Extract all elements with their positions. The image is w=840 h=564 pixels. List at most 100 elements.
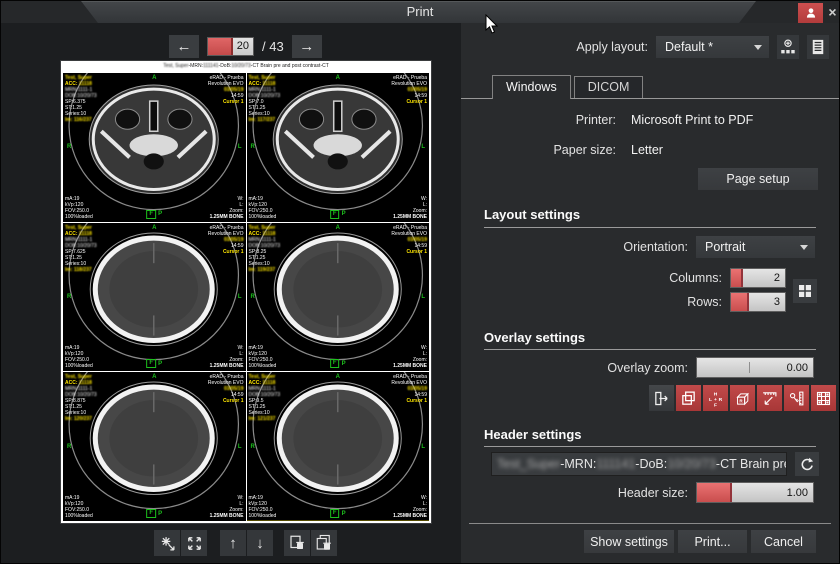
orientation-marker-anterior: A: [152, 225, 156, 231]
close-button[interactable]: ×: [824, 1, 840, 23]
cell-overlay-top-right: eRAD - Prueba Revolution EVO 03/05/19 14…: [208, 374, 244, 404]
scale-ruler-toggle-button[interactable]: [757, 385, 782, 411]
preview-cell[interactable]: Test, Super ACC: 11118 MRN:1111-1 DOB:10…: [247, 372, 430, 521]
overlay-preset: 1.25MM BONE: [210, 513, 244, 519]
orientation-marker-posterior: F P: [330, 210, 346, 219]
cell-overlay-top-left: Test, Super ACC: 11118 MRN:1111-1 DOB:10…: [65, 225, 97, 273]
orientation-marker-foot: F: [146, 359, 156, 368]
tab-dicom[interactable]: DICOM: [574, 76, 644, 98]
paper-size-row: Paper size: Letter: [461, 143, 663, 157]
footer-buttons: Show settings Print... Cancel: [584, 530, 816, 553]
measurements-toggle-button[interactable]: [784, 385, 809, 411]
orientation-marker-left: L: [238, 144, 242, 150]
tab-windows[interactable]: Windows: [492, 75, 571, 99]
paper-size-value: Letter: [631, 143, 663, 157]
auto-adjust-button[interactable]: [154, 530, 180, 556]
fit-preview-button[interactable]: [181, 530, 207, 556]
preview-cell[interactable]: Test, Super ACC: 11118 MRN:1111-1 DOB:10…: [63, 223, 246, 372]
overlay-cursor-label: Cursor 1: [208, 99, 244, 105]
page-number-spinner[interactable]: 20: [207, 37, 254, 56]
preview-cell[interactable]: Test, Super ACC: 11118 MRN:1111-1 DOB:10…: [63, 73, 246, 222]
save-layout-button[interactable]: [777, 35, 799, 59]
copy-frames-icon: [680, 390, 697, 407]
orientation-row: Orientation: Portrait: [623, 236, 815, 258]
cell-overlay-top-left: Test, Super ACC: 11118 MRN:1111-1 DOB:10…: [65, 374, 97, 422]
move-page-up-button[interactable]: ↑: [220, 530, 246, 556]
grid-icon: [796, 282, 814, 300]
apply-layout-select[interactable]: Default *: [656, 36, 769, 58]
delete-page-button[interactable]: [284, 530, 310, 556]
header-text-input[interactable]: Test_Super-MRN:111141-DoB:10/20/73-CT Br…: [491, 452, 787, 476]
orientation-cube-icon: R: [734, 390, 751, 407]
rows-slider[interactable]: 3: [730, 292, 786, 312]
orientation-marker-anterior: A: [152, 374, 156, 380]
print-button[interactable]: Print...: [678, 530, 747, 553]
page-setup-button[interactable]: Page setup: [698, 168, 818, 190]
table-grid-icon: [815, 390, 832, 407]
svg-text:R: R: [719, 396, 723, 402]
overlay-text-toggle-button[interactable]: [649, 385, 674, 411]
overlay-patient-name: Test, Super: [65, 225, 97, 231]
preview-cell[interactable]: Test, Super ACC: 11118 MRN:1111-1 DOB:10…: [247, 73, 430, 222]
remote-support-button[interactable]: [798, 3, 823, 23]
overlay-zoom-slider[interactable]: 0.00: [696, 357, 814, 378]
page-number-value: 20: [233, 38, 253, 55]
page-header-text: Test, Super-MRN:111141-DoB:10/20/73-CT B…: [61, 61, 431, 73]
cell-overlay-top-left: Test, Super ACC: 11118 MRN:1111-1 DOB:10…: [249, 374, 281, 422]
preview-pane: ← 20 / 43 → Test, Super-MRN:111141-DoB:1…: [1, 23, 461, 563]
arrow-down-icon: ↓: [256, 535, 264, 552]
orientation-cube-toggle-button[interactable]: R: [730, 385, 755, 411]
grid-toggle-button[interactable]: [811, 385, 836, 411]
overlay-preset: 1.25MM BONE: [393, 513, 427, 519]
apply-layout-label: Apply layout:: [576, 40, 648, 54]
header-settings-title: Header settings: [484, 427, 582, 442]
overlay-frames-toggle-button[interactable]: [676, 385, 701, 411]
orientation-marker-posterior: F P: [146, 359, 162, 368]
overlay-image-number: Im: 119/237: [249, 267, 281, 273]
next-page-button[interactable]: →: [292, 35, 322, 58]
overlay-image-number: Im: 116/237: [65, 117, 97, 123]
grid-layout-button[interactable]: [793, 279, 817, 303]
overlay-cursor-label: Cursor 1: [391, 398, 427, 404]
layout-list-button[interactable]: [807, 35, 829, 59]
preview-cell[interactable]: Test, Super ACC: 11118 MRN:1111-1 DOB:10…: [247, 223, 430, 372]
overlay-date: 03/05/19: [208, 237, 244, 243]
overlay-dob: DOB:10/20/73: [249, 93, 281, 99]
orientation-marker-anterior: A: [336, 225, 340, 231]
orientation-marker-foot: F: [146, 509, 156, 518]
orientation-select[interactable]: Portrait: [696, 236, 815, 258]
rows-label: Rows:: [687, 295, 722, 309]
page-total-label: / 43: [262, 39, 284, 54]
cell-overlay-bottom-left: mA:19 kVp:120 FOV:250.0 100%loaded: [65, 495, 93, 519]
expand-icon: [186, 535, 203, 552]
cell-overlay-bottom-left: mA:19 kVp:120 FOV:250.0 100%loaded: [249, 495, 277, 519]
orientation-markers-toggle-button[interactable]: HL+RF: [703, 385, 728, 411]
document-list-icon: [809, 37, 827, 57]
titlebar[interactable]: Print ×: [1, 1, 839, 23]
cell-overlay-top-right: eRAD - Prueba Revolution EVO 03/05/19 14…: [391, 225, 427, 255]
cell-overlay-bottom-right: W: L: Zoom: 1.25MM BONE: [393, 196, 427, 220]
overlay-facility: eRAD - Prueba: [208, 225, 244, 231]
orientation-marker-right: R: [67, 294, 71, 300]
cell-overlay-bottom-right: W: L: Zoom: 1.25MM BONE: [210, 345, 244, 369]
overlay-zoom-label: Overlay zoom:: [607, 361, 688, 375]
overlay-loaded: 100%loaded: [65, 363, 93, 369]
previous-page-button[interactable]: ←: [169, 35, 199, 58]
show-settings-button[interactable]: Show settings: [584, 530, 674, 553]
cell-overlay-bottom-right: W: L: Zoom: 1.25MM BONE: [210, 196, 244, 220]
delete-all-pages-button[interactable]: [311, 530, 337, 556]
overlay-loaded: 100%loaded: [65, 513, 93, 519]
cancel-button[interactable]: Cancel: [751, 530, 816, 553]
reset-header-button[interactable]: [795, 452, 819, 476]
move-page-down-button[interactable]: ↓: [247, 530, 273, 556]
header-size-slider[interactable]: 1.00: [696, 482, 814, 503]
preview-grid: Test, Super ACC: 11118 MRN:1111-1 DOB:10…: [63, 73, 429, 521]
orientation-marker-posterior: F P: [146, 210, 162, 219]
header-patient-name: Test_Super: [497, 457, 560, 471]
preview-cell[interactable]: Test, Super ACC: 11118 MRN:1111-1 DOB:10…: [63, 372, 246, 521]
paper-size-label: Paper size:: [461, 143, 616, 157]
columns-label: Columns:: [669, 271, 722, 285]
columns-slider[interactable]: 2: [730, 268, 786, 288]
mouse-cursor: [485, 14, 500, 35]
cell-overlay-bottom-left: mA:19 kVp:120 FOV:250.0 100%loaded: [65, 196, 93, 220]
